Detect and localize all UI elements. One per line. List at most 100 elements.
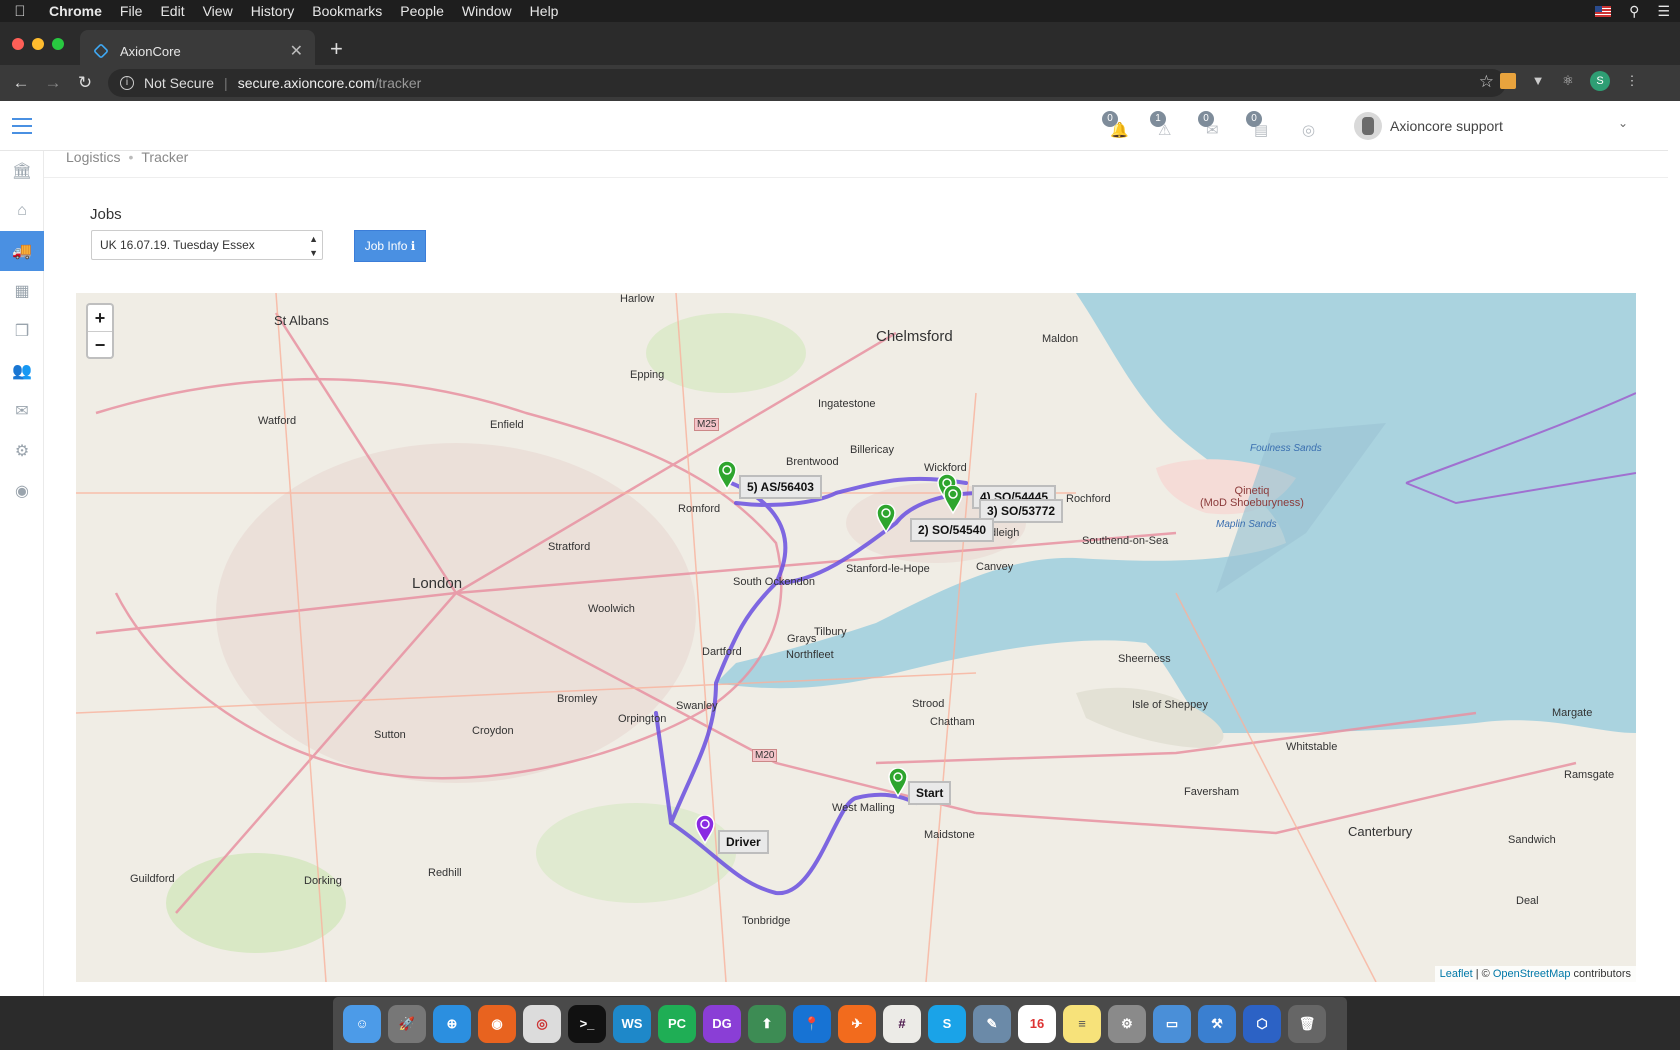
attribution-separator: | © bbox=[1472, 968, 1493, 980]
stop-5-marker-pin[interactable] bbox=[717, 461, 737, 491]
menu-edit[interactable]: Edit bbox=[151, 3, 193, 19]
info-icon[interactable]: i bbox=[120, 76, 134, 90]
calendar-icon[interactable]: 16 bbox=[1018, 1004, 1056, 1043]
stop-3-marker-pin[interactable] bbox=[943, 485, 963, 515]
menu-bookmarks[interactable]: Bookmarks bbox=[303, 3, 391, 19]
menu-view[interactable]: View bbox=[194, 3, 242, 19]
skype-icon[interactable]: S bbox=[928, 1004, 966, 1043]
bank-icon[interactable]: 🏛 bbox=[0, 151, 44, 191]
user-menu[interactable]: Axioncore support ⌄ bbox=[1354, 112, 1628, 140]
maximize-window-icon[interactable] bbox=[52, 38, 64, 50]
place-label: Woolwich bbox=[588, 603, 635, 615]
extensions-area: ▼ ⚛ S ⋮ bbox=[1500, 71, 1640, 91]
menu-help[interactable]: Help bbox=[521, 3, 568, 19]
axioncore-favicon-icon bbox=[93, 43, 109, 59]
network-app-icon[interactable]: ⬡ bbox=[1243, 1004, 1281, 1043]
compass-button[interactable]: ◎ bbox=[1294, 113, 1320, 139]
envelope-sidebar-icon[interactable]: ✉ bbox=[0, 391, 44, 431]
folder-icon[interactable]: ▭ bbox=[1153, 1004, 1191, 1043]
zoom-in-button[interactable]: + bbox=[88, 305, 112, 331]
minimize-window-icon[interactable] bbox=[32, 38, 44, 50]
trash-icon[interactable]: 🗑 bbox=[1288, 1004, 1326, 1043]
safari-icon[interactable]: ⊕ bbox=[433, 1004, 471, 1043]
place-label: Tonbridge bbox=[742, 915, 791, 927]
place-label: Ramsgate bbox=[1564, 769, 1615, 781]
profile-avatar[interactable]: S bbox=[1590, 71, 1610, 91]
notes-icon[interactable]: ≡ bbox=[1063, 1004, 1101, 1043]
bookmark-star-icon[interactable]: ☆ bbox=[1479, 72, 1494, 92]
security-status[interactable]: Not Secure bbox=[144, 75, 214, 91]
truck-icon[interactable]: 🚚 bbox=[0, 231, 44, 271]
place-label: Margate bbox=[1552, 707, 1593, 719]
reload-icon[interactable]: ↻ bbox=[74, 73, 96, 93]
new-tab-button[interactable]: + bbox=[330, 36, 343, 62]
url-host: secure.axioncore.com bbox=[237, 75, 375, 91]
sourcetree-icon[interactable]: ⬆ bbox=[748, 1004, 786, 1043]
openstreetmap-link[interactable]: OpenStreetMap bbox=[1493, 968, 1571, 980]
postman-icon[interactable]: ✈ bbox=[838, 1004, 876, 1043]
launchpad-icon[interactable]: 🚀 bbox=[388, 1004, 426, 1043]
menu-app-name[interactable]: Chrome bbox=[40, 3, 111, 19]
alerts-button[interactable]: ⚠ 1 bbox=[1150, 111, 1176, 139]
close-window-icon[interactable] bbox=[12, 38, 24, 50]
place-label: Dartford bbox=[702, 646, 742, 658]
notifications-badge: 0 bbox=[1102, 111, 1118, 127]
spotlight-search-icon[interactable]: ⚲ bbox=[1629, 3, 1639, 20]
maps-pin-icon[interactable]: 📍 bbox=[793, 1004, 831, 1043]
start-marker-pin[interactable] bbox=[888, 768, 908, 798]
header-notification-icons: 🔔 0 ⚠ 1 ✉ 0 ▤ 0 ◎ bbox=[1102, 111, 1320, 139]
cubes-icon[interactable]: ❒ bbox=[0, 311, 44, 351]
system-preferences-icon[interactable]: ⚙ bbox=[1108, 1004, 1146, 1043]
react-extension-icon[interactable]: ⚛ bbox=[1560, 73, 1576, 89]
chevron-down-icon[interactable]: ⌄ bbox=[1618, 116, 1628, 130]
motorway-shield: M20 bbox=[752, 749, 778, 762]
notifications-bell[interactable]: 🔔 0 bbox=[1102, 111, 1129, 139]
zoom-out-button[interactable]: − bbox=[88, 331, 112, 357]
xcode-icon[interactable]: ⚒ bbox=[1198, 1004, 1236, 1043]
table-icon[interactable]: ▦ bbox=[0, 271, 44, 311]
route-map[interactable]: London Chelmsford St Albans Canterbury M… bbox=[76, 293, 1636, 982]
breadcrumb-logistics[interactable]: Logistics bbox=[66, 149, 120, 165]
divider bbox=[44, 177, 1668, 178]
users-icon[interactable]: 👥 bbox=[0, 351, 44, 391]
pycharm-icon[interactable]: PC bbox=[658, 1004, 696, 1043]
chrome-menu-icon[interactable]: ⋮ bbox=[1624, 73, 1640, 89]
input-source-flag-icon[interactable] bbox=[1595, 5, 1612, 17]
job-info-button[interactable]: Job Info ℹ bbox=[354, 230, 426, 262]
home-icon[interactable]: ⌂ bbox=[0, 191, 44, 231]
place-label: Sutton bbox=[374, 729, 406, 741]
sea-label: Maplin Sands bbox=[1216, 519, 1277, 530]
extension-v-icon[interactable]: ▼ bbox=[1530, 73, 1546, 89]
menu-history[interactable]: History bbox=[242, 3, 304, 19]
tasks-button[interactable]: ▤ 0 bbox=[1246, 111, 1272, 139]
apple-icon[interactable]:  bbox=[0, 3, 40, 20]
stop-2-marker-pin[interactable] bbox=[876, 504, 896, 534]
menu-file[interactable]: File bbox=[111, 3, 152, 19]
extension-icon-1[interactable] bbox=[1500, 73, 1516, 89]
finder-icon[interactable]: ☺ bbox=[343, 1004, 381, 1043]
menu-people[interactable]: People bbox=[391, 3, 453, 19]
forward-arrow-icon[interactable]: → bbox=[42, 73, 64, 93]
messages-badge: 0 bbox=[1198, 111, 1214, 127]
address-bar[interactable]: i Not Secure | secure.axioncore.com/trac… bbox=[108, 69, 1506, 97]
datagrip-icon[interactable]: DG bbox=[703, 1004, 741, 1043]
place-label: Canterbury bbox=[1348, 824, 1413, 839]
leaflet-link[interactable]: Leaflet bbox=[1440, 968, 1473, 980]
preview-icon[interactable]: ✎ bbox=[973, 1004, 1011, 1043]
slack-icon[interactable]: # bbox=[883, 1004, 921, 1043]
firefox-icon[interactable]: ◉ bbox=[478, 1004, 516, 1043]
hamburger-menu-icon[interactable] bbox=[12, 118, 32, 139]
gear-icon[interactable]: ⚙ bbox=[0, 431, 44, 471]
chrome-icon[interactable]: ◎ bbox=[523, 1004, 561, 1043]
terminal-icon[interactable]: >_ bbox=[568, 1004, 606, 1043]
webstorm-icon[interactable]: WS bbox=[613, 1004, 651, 1043]
jobs-select[interactable]: UK 16.07.19. Tuesday Essex ▲ ▼ bbox=[91, 230, 323, 260]
menu-window[interactable]: Window bbox=[453, 3, 521, 19]
notification-center-icon[interactable]: ☰ bbox=[1657, 3, 1670, 20]
place-label: Sheerness bbox=[1118, 653, 1171, 665]
support-icon[interactable]: ◉ bbox=[0, 471, 44, 511]
back-arrow-icon[interactable]: ← bbox=[10, 73, 32, 93]
driver-marker-pin[interactable] bbox=[695, 815, 715, 845]
close-tab-icon[interactable]: ✕ bbox=[290, 41, 303, 61]
messages-button[interactable]: ✉ 0 bbox=[1198, 111, 1224, 139]
